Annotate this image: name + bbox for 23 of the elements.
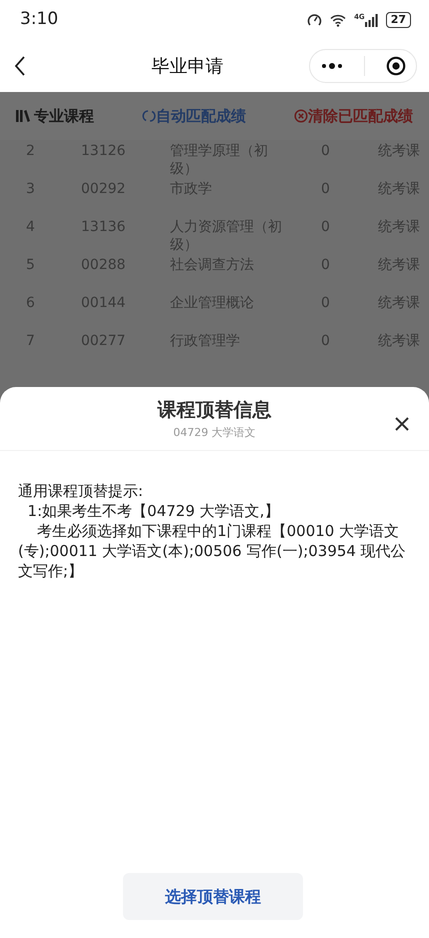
page-title: 毕业申请 <box>152 54 224 78</box>
clear-match-link[interactable]: 清除已匹配成绩 <box>294 104 413 128</box>
capsule-menu[interactable] <box>309 49 417 83</box>
hint-text: 考生必须选择如下课程中的1门课程【00010 大学语文(专);00011 大学语文(本);00506 写作(一);03954 现代公文写作;】 <box>18 521 407 581</box>
auto-match-link[interactable]: 自动匹配成绩 <box>142 104 246 128</box>
section-title: 专业课程 <box>34 106 94 127</box>
sheet-title: 课程顶替信息 <box>158 398 272 423</box>
more-icon[interactable] <box>320 63 342 69</box>
refresh-icon <box>142 109 156 123</box>
close-circle-icon[interactable] <box>386 56 406 76</box>
sheet-subtitle: 04729 大学语文 <box>173 424 256 440</box>
battery-indicator: 27 <box>386 12 411 28</box>
hint-text: 通用课程顶替提示: <box>18 481 144 501</box>
wifi-icon <box>330 14 346 26</box>
select-course-button[interactable]: 选择顶替课程 <box>123 873 303 920</box>
signal-icon <box>364 14 378 26</box>
clear-icon <box>294 109 308 123</box>
clock-time: 3:10 <box>20 8 58 32</box>
books-icon <box>16 110 30 122</box>
back-icon[interactable] <box>14 56 26 76</box>
close-icon <box>395 416 409 431</box>
speed-gauge-icon <box>307 13 322 27</box>
hint-text: 1:如果考生不考【04729 大学语文,】 <box>26 501 280 521</box>
